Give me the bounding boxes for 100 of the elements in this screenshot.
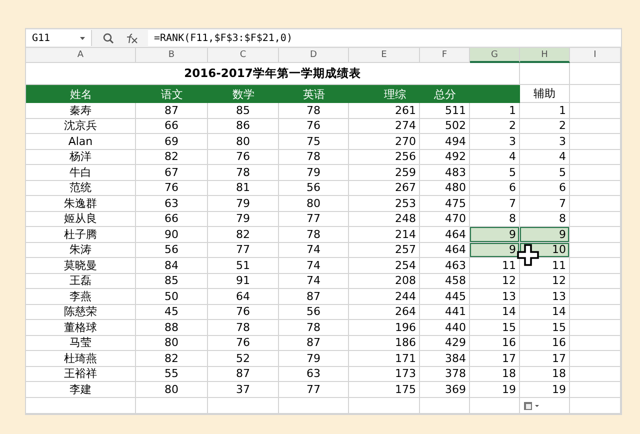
table-cell: 2	[470, 118, 520, 134]
table-cell: 87	[208, 366, 279, 382]
table-cell: 463	[420, 258, 470, 274]
table-cell: 78	[208, 320, 279, 336]
table-cell: 77	[208, 242, 279, 258]
table-cell: 66	[136, 118, 208, 134]
table-cell: 66	[136, 212, 208, 227]
search-icon[interactable]	[102, 32, 114, 44]
table-cell: 84	[136, 258, 208, 274]
table-cell: 492	[420, 150, 470, 165]
table-cell: 8	[520, 212, 570, 227]
table-cell: 79	[208, 212, 279, 227]
table-cell: 475	[420, 196, 470, 212]
table-cell: 75	[279, 134, 349, 150]
table-cell: 范统	[26, 180, 136, 196]
table-cell: 13	[520, 289, 570, 304]
table-cell: 3	[520, 134, 570, 150]
table-cell: 78	[208, 165, 279, 180]
table-cell: 82	[136, 150, 208, 165]
table-cell: 173	[349, 366, 420, 382]
table-cell: 464	[420, 242, 470, 258]
table-cell: 74	[279, 258, 349, 274]
table-cell: 杜琦燕	[26, 351, 136, 366]
table-cell: 李建	[26, 382, 136, 398]
column-header[interactable]: H	[520, 48, 570, 63]
table-cell: 朱逸群	[26, 196, 136, 212]
table-cell: 陈慈荣	[26, 304, 136, 320]
table-cell: 483	[420, 165, 470, 180]
column-header[interactable]: C	[208, 48, 279, 63]
column-header[interactable]: F	[420, 48, 470, 63]
table-cell: 256	[349, 150, 420, 165]
table-cell: 464	[420, 227, 470, 242]
header-cell: 姓名	[26, 85, 136, 103]
table-cell: 13	[470, 289, 520, 304]
table-cell: 19	[470, 382, 520, 398]
table-cell: 254	[349, 258, 420, 274]
table-cell: 45	[136, 304, 208, 320]
table-cell: 19	[520, 382, 570, 398]
table-cell: 82	[136, 351, 208, 366]
table-cell: 88	[136, 320, 208, 336]
table-cell: 杜子腾	[26, 227, 136, 242]
table-cell: 朱涛	[26, 242, 136, 258]
table-cell: 470	[420, 212, 470, 227]
table-cell: 56	[279, 304, 349, 320]
table-cell: 秦寿	[26, 103, 136, 118]
table-cell: 11	[520, 258, 570, 274]
table-cell: 16	[520, 336, 570, 351]
table-cell: 1	[470, 103, 520, 118]
table-cell: 12	[520, 274, 570, 289]
table-cell: 80	[279, 196, 349, 212]
empty-cell	[520, 63, 570, 85]
cursor-icon	[517, 244, 539, 266]
table-cell: 511	[420, 103, 470, 118]
table-cell: 429	[420, 336, 470, 351]
column-header[interactable]: A	[26, 48, 136, 63]
table-cell: 248	[349, 212, 420, 227]
table-cell: 莫晓曼	[26, 258, 136, 274]
table-cell: 171	[349, 351, 420, 366]
paste-options-icon[interactable]	[524, 402, 540, 410]
table-cell: 9	[520, 227, 570, 242]
table-cell: 267	[349, 180, 420, 196]
column-header[interactable]: I	[570, 48, 621, 63]
table-cell: 85	[208, 103, 279, 118]
table-cell: 78	[279, 150, 349, 165]
table-cell: 4	[470, 150, 520, 165]
table-cell: 76	[208, 150, 279, 165]
table-cell: 12	[470, 274, 520, 289]
table-cell: 494	[420, 134, 470, 150]
table-cell: 208	[349, 274, 420, 289]
column-header[interactable]: G	[470, 48, 520, 63]
table-cell: 4	[520, 150, 570, 165]
table-cell: 76	[279, 118, 349, 134]
table-cell: 17	[470, 351, 520, 366]
table-cell: 78	[279, 227, 349, 242]
table-cell: 86	[208, 118, 279, 134]
table-cell: 18	[520, 366, 570, 382]
table-cell: 17	[520, 351, 570, 366]
table-cell: 8	[470, 212, 520, 227]
column-header[interactable]: B	[136, 48, 208, 63]
table-cell: 李燕	[26, 289, 136, 304]
table-cell: 85	[136, 274, 208, 289]
column-header[interactable]: E	[349, 48, 420, 63]
table-cell: 458	[420, 274, 470, 289]
table-cell: 牛白	[26, 165, 136, 180]
table-cell: 257	[349, 242, 420, 258]
header-cell: 英语	[279, 85, 349, 103]
table-cell: 杨洋	[26, 150, 136, 165]
formula-field[interactable]: =RANK(F11,$F$3:$F$21,0)	[148, 30, 621, 46]
table-cell: 姬从良	[26, 212, 136, 227]
table-cell: 91	[208, 274, 279, 289]
table-cell: 79	[279, 351, 349, 366]
column-header[interactable]: D	[279, 48, 349, 63]
table-cell: 76	[208, 304, 279, 320]
table-cell: Alan	[26, 134, 136, 150]
name-box[interactable]: G11	[26, 30, 92, 46]
table-cell: 244	[349, 289, 420, 304]
table-cell: 56	[136, 242, 208, 258]
table-cell: 50	[136, 289, 208, 304]
table-cell: 77	[279, 382, 349, 398]
table-cell: 78	[279, 320, 349, 336]
